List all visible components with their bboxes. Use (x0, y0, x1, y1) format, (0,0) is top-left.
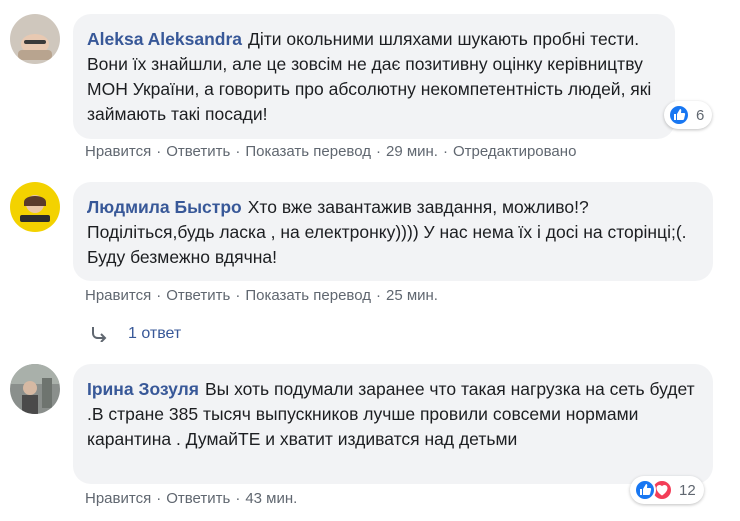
timestamp-link[interactable]: 29 мин. (386, 143, 438, 160)
like-icon (668, 104, 690, 126)
translate-link[interactable]: Показать перевод (245, 143, 371, 160)
comment-author[interactable]: Aleksa Aleksandra (87, 29, 242, 49)
avatar-image (10, 364, 60, 414)
comment-actions: Нравится · Ответить · Показать перевод · 25 ми… (85, 287, 438, 304)
timestamp-link[interactable]: 25 мин. (386, 287, 438, 304)
reply-arrow-icon (92, 327, 107, 342)
like-link[interactable]: Нравится (85, 490, 151, 507)
avatar-image (10, 182, 60, 232)
avatar-image (10, 14, 60, 64)
like-link[interactable]: Нравится (85, 143, 151, 160)
comment-author[interactable]: Людмила Быстро (87, 197, 242, 217)
like-icon (634, 479, 656, 501)
reactions-badge[interactable]: 12 (630, 476, 704, 504)
avatar[interactable] (10, 364, 60, 414)
comment-actions: Нравится · Ответить · Показать перевод · 29 ми… (85, 143, 577, 160)
timestamp-link[interactable]: 43 мин. (245, 490, 297, 507)
avatar[interactable] (10, 14, 60, 64)
translate-link[interactable]: Показать перевод (245, 287, 371, 304)
comment-bubble: Ірина Зозуля Вы хоть подумали заранее что… (73, 364, 713, 484)
like-link[interactable]: Нравится (85, 287, 151, 304)
reactions-badge[interactable]: 6 (664, 101, 713, 129)
replies-count[interactable]: 1 ответ (128, 325, 181, 343)
reactions-count: 12 (679, 481, 696, 499)
reply-link[interactable]: Ответить (166, 143, 230, 160)
reply-link[interactable]: Ответить (166, 287, 230, 304)
comment-bubble: Людмила Быстро Хто вже завантажив завданн… (73, 182, 713, 281)
comment-author[interactable]: Ірина Зозуля (87, 379, 199, 399)
comment-bubble: Aleksa Aleksandra Діти окольними шляхами … (73, 14, 675, 139)
avatar[interactable] (10, 182, 60, 232)
reply-link[interactable]: Ответить (166, 490, 230, 507)
view-replies[interactable]: 1 ответ (90, 325, 181, 343)
reactions-count: 6 (696, 106, 705, 124)
edited-link[interactable]: Отредактировано (453, 143, 576, 160)
comment-actions: Нравится · Ответить · 43 мин. (85, 490, 298, 507)
